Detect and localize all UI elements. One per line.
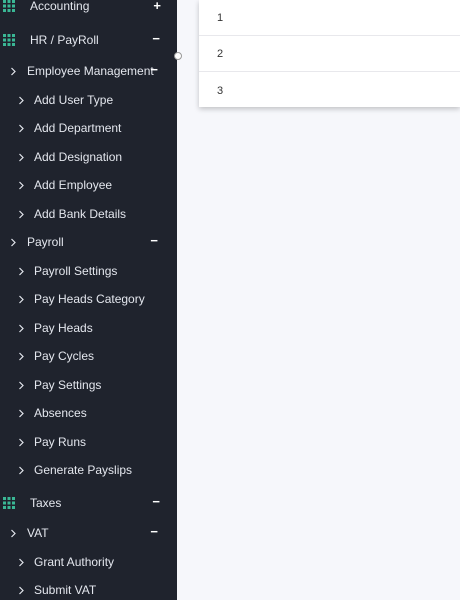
chevron-right-icon: [19, 409, 24, 417]
chevron-right-icon: [19, 181, 24, 189]
collapse-icon[interactable]: −: [150, 63, 158, 77]
nav-section-label: HR / PayRoll: [30, 33, 99, 47]
chevron-right-icon: [19, 267, 24, 275]
nav-item-grant-authority[interactable]: Grant Authority: [0, 552, 177, 572]
nav-section-label: Taxes: [30, 496, 62, 510]
nav-section-taxes[interactable]: Taxes −: [0, 493, 177, 513]
chevron-right-icon: [19, 558, 24, 566]
nav-item-pay-heads-category[interactable]: Pay Heads Category: [0, 289, 177, 309]
nav-item-add-bank-details[interactable]: Add Bank Details: [0, 204, 177, 224]
collapse-icon[interactable]: −: [152, 32, 160, 46]
nav-item-add-department[interactable]: Add Department: [0, 118, 177, 138]
sidebar-nav: Accounting + HR / PayRoll − Employee Man…: [0, 0, 177, 600]
chevron-right-icon: [19, 124, 24, 132]
nav-item-add-user-type[interactable]: Add User Type: [0, 90, 177, 110]
chevron-right-icon: [19, 96, 24, 104]
nav-item-label: Pay Cycles: [34, 349, 95, 363]
nav-submenu-label: VAT: [27, 526, 49, 540]
data-table: 1 2 3: [199, 0, 460, 107]
nav-item-label: Add Department: [34, 121, 122, 135]
chevron-right-icon: [11, 529, 16, 537]
nav-item-absences[interactable]: Absences: [0, 403, 177, 423]
expand-icon[interactable]: +: [153, 0, 161, 13]
nav-item-pay-runs[interactable]: Pay Runs: [0, 432, 177, 452]
nav-item-payroll-settings[interactable]: Payroll Settings: [0, 261, 177, 281]
chevron-right-icon: [19, 586, 24, 594]
nav-submenu-vat[interactable]: VAT −: [0, 523, 177, 543]
nav-submenu-label: Payroll: [27, 235, 64, 249]
nav-item-label: Absences: [34, 406, 87, 420]
chevron-right-icon: [19, 153, 24, 161]
nav-item-label: Add Bank Details: [34, 207, 127, 221]
chevron-right-icon: [19, 324, 24, 332]
nav-section-accounting[interactable]: Accounting +: [0, 0, 177, 16]
row-number: 3: [217, 84, 224, 97]
table-row[interactable]: 2: [199, 36, 460, 72]
nav-item-pay-heads[interactable]: Pay Heads: [0, 318, 177, 338]
nav-item-label: Pay Runs: [34, 435, 87, 449]
sidebar-resize-handle[interactable]: [174, 52, 182, 60]
chevron-right-icon: [19, 381, 24, 389]
nav-section-label: Accounting: [30, 0, 90, 13]
nav-item-label: Pay Heads: [34, 321, 93, 335]
nav-item-submit-vat[interactable]: Submit VAT: [0, 580, 177, 600]
nav-item-label: Add User Type: [34, 93, 114, 107]
nav-item-add-designation[interactable]: Add Designation: [0, 147, 177, 167]
nav-submenu-employee-management[interactable]: Employee Management −: [0, 61, 177, 81]
nav-item-label: Generate Payslips: [34, 463, 133, 477]
collapse-icon[interactable]: −: [152, 495, 160, 509]
nav-item-label: Pay Settings: [34, 378, 102, 392]
nav-submenu-label: Employee Management: [27, 64, 154, 78]
collapse-icon[interactable]: −: [150, 234, 158, 248]
chevron-right-icon: [19, 438, 24, 446]
nav-item-label: Add Designation: [34, 150, 123, 164]
nav-item-label: Add Employee: [34, 178, 113, 192]
nav-item-label: Grant Authority: [34, 555, 115, 569]
nav-section-hr-payroll[interactable]: HR / PayRoll −: [0, 30, 177, 50]
nav-item-add-employee[interactable]: Add Employee: [0, 175, 177, 195]
table-row[interactable]: 3: [199, 72, 460, 109]
chevron-right-icon: [19, 295, 24, 303]
chevron-right-icon: [11, 67, 16, 75]
nav-item-pay-cycles[interactable]: Pay Cycles: [0, 346, 177, 366]
grid-icon: [3, 0, 15, 12]
row-number: 1: [217, 11, 224, 24]
nav-item-generate-payslips[interactable]: Generate Payslips: [0, 460, 177, 480]
nav-item-label: Payroll Settings: [34, 264, 118, 278]
grid-icon: [3, 34, 15, 46]
chevron-right-icon: [19, 466, 24, 474]
nav-item-pay-settings[interactable]: Pay Settings: [0, 375, 177, 395]
row-number: 2: [217, 47, 224, 60]
nav-submenu-payroll[interactable]: Payroll −: [0, 232, 177, 252]
chevron-right-icon: [19, 210, 24, 218]
chevron-right-icon: [19, 352, 24, 360]
nav-item-label: Pay Heads Category: [34, 292, 145, 306]
collapse-icon[interactable]: −: [150, 525, 158, 539]
chevron-right-icon: [11, 238, 16, 246]
table-row[interactable]: 1: [199, 0, 460, 36]
grid-icon: [3, 497, 15, 509]
nav-item-label: Submit VAT: [34, 583, 97, 597]
